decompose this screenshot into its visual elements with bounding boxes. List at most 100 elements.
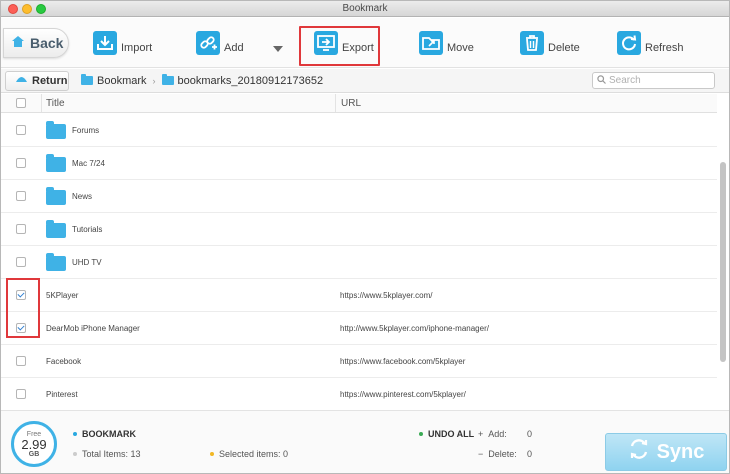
add-count-label: Add: [488,429,507,439]
bookmark-section-label: BOOKMARK [73,429,136,439]
table-row[interactable]: Pinterest https://www.pinterest.com/5kpl… [1,378,717,411]
row-url: https://www.pinterest.com/5kplayer/ [340,389,466,399]
free-space-indicator: Free 2.99 GB [11,421,57,467]
breadcrumb-item-folder[interactable]: bookmarks_20180912173652 [178,75,324,87]
window-title: Bookmark [342,3,388,14]
undo-all-button[interactable]: UNDO ALL [419,429,474,439]
add-link-icon [196,31,220,55]
add-count: + Add: [478,429,507,439]
total-items-text: Total Items: 13 [82,449,141,459]
refresh-button[interactable]: Refresh [617,27,684,59]
table-row[interactable]: UHD TV [1,246,717,279]
row-title: Mac 7/24 [72,158,105,168]
delete-label: Delete [548,42,580,54]
chevron-right-icon: › [152,75,156,86]
row-checkbox[interactable] [16,224,26,234]
toolbar: Back Import Add Export Move Delete Refre… [1,18,729,68]
row-checkbox[interactable] [16,356,26,366]
back-button[interactable]: Back [3,28,69,58]
selected-items-text: Selected items: 0 [219,449,289,459]
row-url: https://www.facebook.com/5kplayer [340,356,466,366]
refresh-icon [617,31,641,55]
status-footer: Free 2.99 GB BOOKMARK Total Items: 13 Se… [1,410,729,473]
add-button[interactable]: Add [196,27,244,59]
table-row[interactable]: 5KPlayer https://www.5kplayer.com/ [1,279,717,312]
folder-icon [46,186,66,205]
column-header-title[interactable]: Title [41,94,335,112]
search-box[interactable] [592,72,715,89]
import-icon [93,31,117,55]
bookmark-dot-icon [73,432,77,436]
table-row[interactable]: Facebook https://www.facebook.com/5kplay… [1,345,717,378]
app-window: Bookmark Back Import Add Export Move Del… [0,0,730,474]
sync-button[interactable]: Sync [605,433,727,471]
export-icon [314,31,338,55]
select-all-checkbox[interactable] [16,98,26,108]
row-title: Forums [72,125,100,135]
row-checkbox[interactable] [16,125,26,135]
table-row[interactable]: Tutorials [1,213,717,246]
move-button[interactable]: Move [419,27,474,59]
sync-icon [628,438,650,466]
folder-icon [161,74,174,85]
table-row[interactable]: Forums [1,114,717,147]
row-checkbox[interactable] [16,191,26,201]
undo-dot-icon [419,432,423,436]
delete-count-label: Delete: [488,449,517,459]
total-dot-icon [73,452,77,456]
row-title: Pinterest [46,389,78,399]
selected-items: Selected items: 0 [210,449,288,459]
table-header: Title URL [1,94,717,113]
folder-icon [46,153,66,172]
add-count-value: 0 [527,429,533,439]
return-button[interactable]: Return [5,70,69,91]
plus-icon: + [478,429,484,439]
row-title: UHD TV [72,257,102,267]
table-row[interactable]: Mac 7/24 [1,147,717,180]
row-checkbox[interactable] [16,158,26,168]
return-label: Return [32,74,68,87]
column-header-url[interactable]: URL [335,94,717,112]
row-url: http://www.5kplayer.com/iphone-manager/ [340,323,489,333]
export-button[interactable]: Export [314,27,374,59]
move-label: Move [447,42,474,54]
row-checkbox[interactable] [16,257,26,267]
title-bar: Bookmark [1,1,729,17]
folder-icon [46,219,66,238]
import-label: Import [121,42,153,54]
move-icon [419,31,443,55]
table-row[interactable]: DearMob iPhone Manager http://www.5kplay… [1,312,717,345]
breadcrumb-item-bookmark[interactable]: Bookmark [97,75,147,87]
row-checkbox[interactable] [16,389,26,399]
folder-icon [46,252,66,271]
return-icon [15,74,28,87]
back-label: Back [30,35,64,51]
import-button[interactable]: Import [93,27,152,59]
sync-label: Sync [656,440,705,463]
search-icon [597,74,606,87]
vertical-scrollbar[interactable] [719,114,727,409]
total-items: Total Items: 13 [73,449,141,459]
folder-icon [46,120,66,139]
row-title: 5KPlayer [46,290,79,300]
delete-count: − Delete: [478,449,517,459]
add-dropdown-arrow-icon[interactable] [273,46,283,52]
free-unit: GB [28,450,40,458]
folder-icon [81,74,93,85]
house-icon [11,35,25,51]
navigation-bar: Return Bookmark › bookmarks_201809121736… [1,69,729,93]
add-label: Add [224,42,244,54]
minus-icon: − [478,449,484,459]
trash-icon [520,31,544,55]
search-input[interactable] [609,75,709,86]
row-title: Facebook [46,356,82,366]
row-title: Tutorials [72,224,103,234]
selection-highlight-box [6,278,40,338]
free-value: 2.99 [21,436,47,452]
delete-button[interactable]: Delete [520,27,580,59]
breadcrumb: Bookmark › bookmarks_20180912173652 [81,74,324,87]
table-row[interactable]: News [1,180,717,213]
scrollbar-thumb[interactable] [720,162,726,362]
section-label-text: BOOKMARK [82,429,136,439]
row-title: News [72,191,93,201]
